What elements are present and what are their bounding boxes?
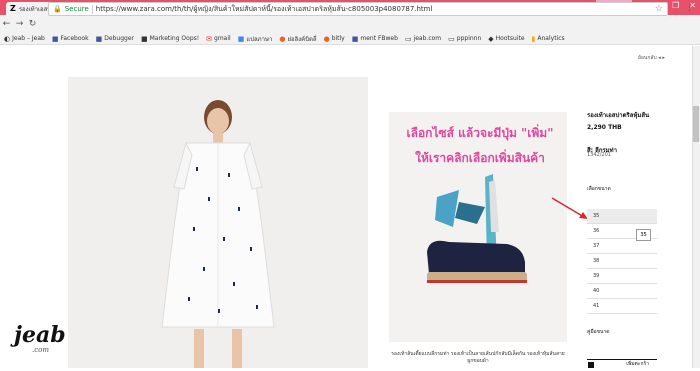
browser-menu-icon[interactable]: ⋮: [685, 3, 694, 13]
bookmark-item[interactable]: ● bitly: [324, 35, 345, 43]
jeab-watermark: jeab .com: [14, 322, 66, 354]
bookmark-item[interactable]: ◐ Jeab – Jeab: [4, 35, 45, 43]
size-option[interactable]: 35: [587, 209, 657, 224]
bookmark-item[interactable]: ● ย่อลิงค์บิตลี่: [279, 34, 316, 44]
size-guide-link[interactable]: คู่มือขนาด: [587, 328, 610, 336]
add-to-cart-button[interactable]: เพิ่มตะกร้า: [587, 359, 657, 371]
facebook-icon: ■: [351, 34, 359, 43]
product-price: 2,290 THB: [587, 124, 622, 131]
forward-icon[interactable]: →: [13, 19, 26, 29]
url-text[interactable]: https://www.zara.com/th/th/ผู้หญิง/สินค้…: [96, 4, 652, 15]
page-icon: ▭: [448, 34, 455, 43]
zara-favicon-icon: Z: [10, 4, 16, 13]
facebook-icon: ■: [51, 34, 59, 43]
mo-icon: ■: [140, 34, 148, 43]
size-list: 35 36 37 38 39 40 41: [587, 209, 657, 314]
size-option[interactable]: 41: [587, 299, 657, 314]
bookmark-item[interactable]: ■ Marketing Oops!: [141, 35, 199, 43]
bookmark-item[interactable]: ■ Facebook: [52, 35, 89, 43]
model-illustration: [68, 77, 368, 368]
size-option[interactable]: 39: [587, 269, 657, 284]
size-option[interactable]: 37: [587, 239, 657, 254]
size-option[interactable]: 38: [587, 254, 657, 269]
bookmark-item[interactable]: ■ แปลภาษา: [238, 34, 273, 44]
page-icon: ▭: [404, 34, 412, 43]
bitly-icon: ●: [279, 34, 286, 43]
address-bar[interactable]: 🔒 Secure https://www.zara.com/th/th/ผู้ห…: [48, 2, 668, 16]
bookmark-item[interactable]: ▮ Analytics: [532, 35, 565, 43]
scrollbar-thumb[interactable]: [693, 106, 699, 142]
size-tooltip: 35: [636, 229, 651, 241]
analytics-icon: ▮: [531, 34, 536, 43]
product-description: รองเท้าส้นเตี้ยแบบลีกรมท่า รองเท้าเป็นลา…: [391, 351, 565, 364]
color-code: 1342/201: [587, 152, 611, 158]
product-info: รองเท้าเอสปาดริลหุ้มส้น 2,290 THB: [587, 110, 649, 131]
hootsuite-icon: ◆: [488, 34, 494, 43]
bookmark-item[interactable]: ▭ pppinnn: [448, 35, 481, 43]
bookmark-star-icon[interactable]: ☆: [655, 4, 663, 14]
maximize-icon[interactable]: ❐: [672, 1, 679, 10]
product-name: รองเท้าเอสปาดริลหุ้มส้น: [587, 112, 650, 119]
bookmarks-bar: ◐ Jeab – Jeab ■ Facebook ■ Debugger ■ Market…: [0, 33, 700, 45]
gmail-icon: ✉: [206, 34, 213, 43]
browser-toolbar: ← → ↻: [0, 15, 700, 33]
bookmark-item[interactable]: ◆ Hootsuite: [488, 35, 524, 43]
bitly-icon: ●: [323, 34, 330, 43]
product-model-photo[interactable]: [68, 77, 368, 368]
bag-icon: [588, 362, 594, 368]
secure-label: Secure: [64, 5, 89, 13]
divider: [91, 4, 93, 14]
product-shoe-photo[interactable]: [389, 112, 567, 342]
back-link[interactable]: ย้อนกลับ ◂ ▸: [638, 54, 665, 62]
bookmark-item[interactable]: ▭ jeab.com: [405, 35, 441, 43]
reload-icon[interactable]: ↻: [26, 19, 39, 29]
lock-icon: 🔒: [53, 5, 62, 13]
back-icon[interactable]: ←: [0, 19, 13, 29]
size-select-label: เลือกขนาด: [587, 186, 611, 192]
instruction-text-1: เลือกไซส์ แล้วจะมีปุ่ม "เพิ่ม": [406, 126, 554, 140]
facebook-icon: ■: [95, 34, 103, 43]
shoe-illustration: [389, 112, 567, 342]
scrollbar[interactable]: [692, 46, 700, 368]
translate-icon: ■: [237, 34, 245, 43]
bookmark-item[interactable]: ✉ gmail: [206, 35, 231, 43]
jeab-icon: ◐: [4, 34, 11, 43]
bookmark-item[interactable]: ■ Debugger: [96, 35, 134, 43]
size-option[interactable]: 40: [587, 284, 657, 299]
instruction-text-2: ให้เราคลิกเลือกเพิ่มสินค้า: [415, 151, 545, 165]
bookmark-item[interactable]: ■ ment FBweb: [352, 35, 398, 43]
